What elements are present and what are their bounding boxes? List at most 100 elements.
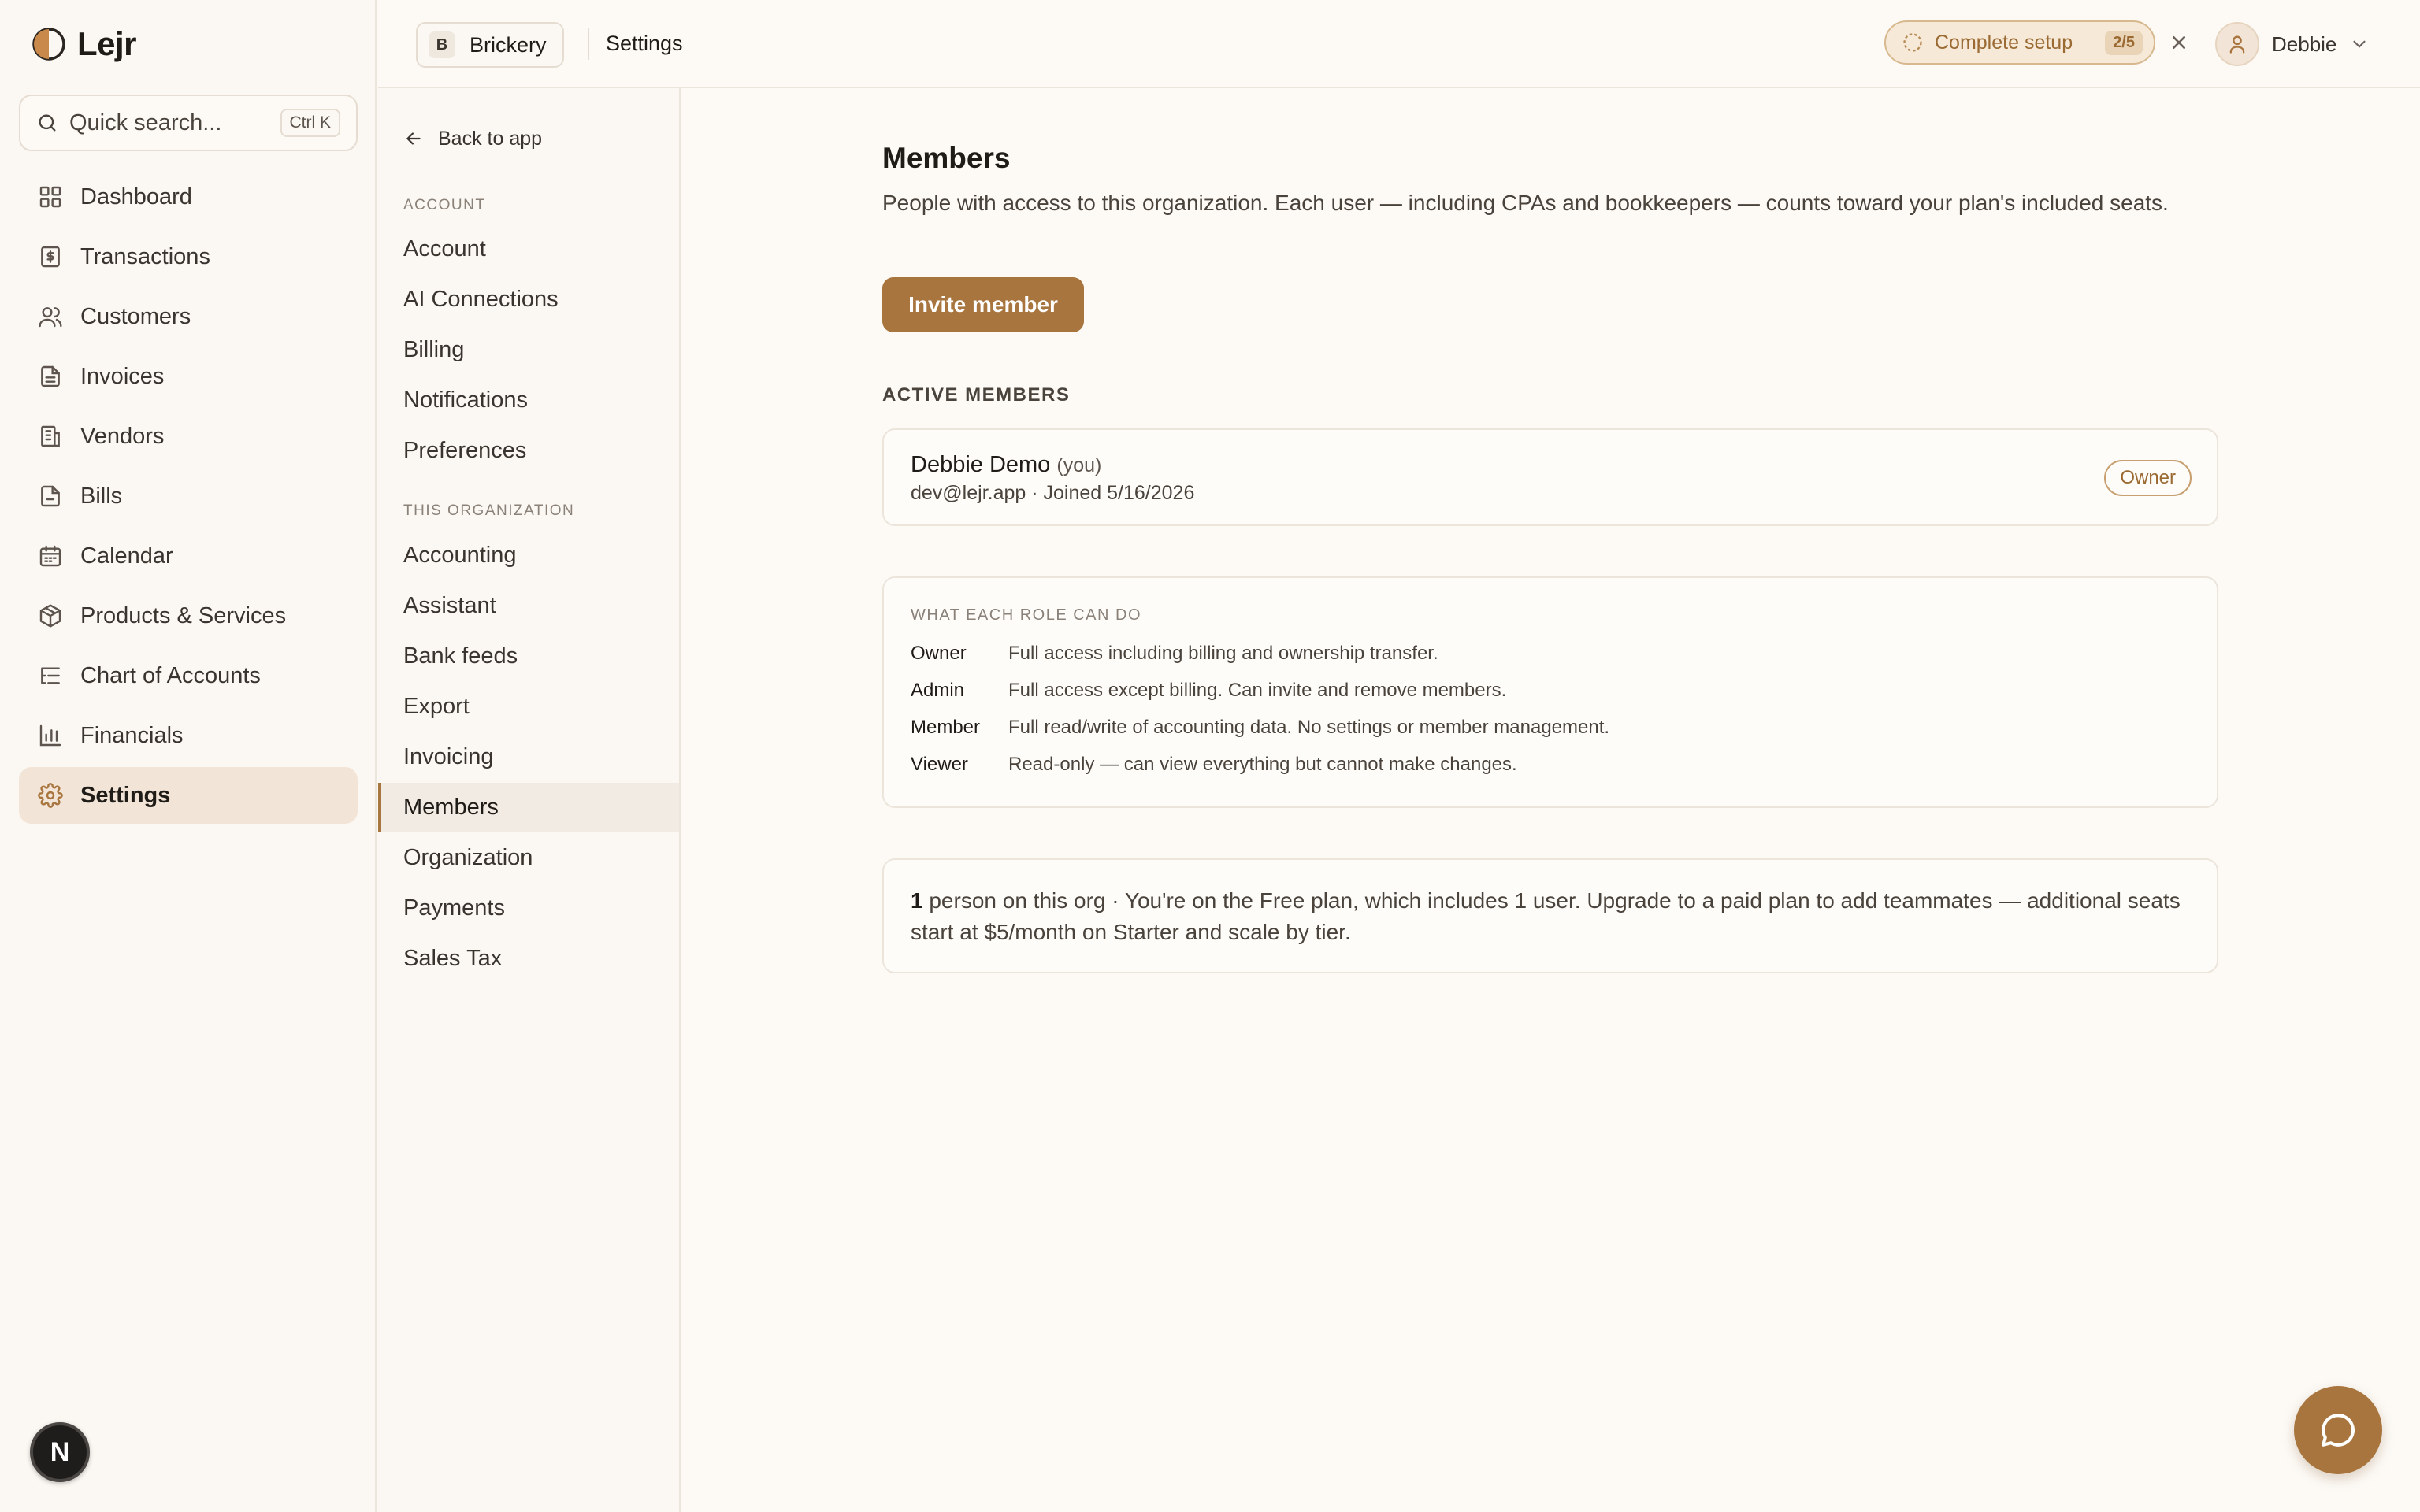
avatar xyxy=(2215,22,2259,66)
role-name: Owner xyxy=(911,643,967,664)
nav-item-dashboard[interactable]: Dashboard xyxy=(19,169,358,225)
nav-item-label: Vendors xyxy=(80,423,165,449)
chat-bubble-icon xyxy=(2318,1410,2358,1450)
role-row: Owner Full access including billing and … xyxy=(911,643,1438,665)
settings-item-ai-connections[interactable]: AI Connections xyxy=(378,275,679,324)
role-row: Admin Full access except billing. Can in… xyxy=(911,680,1506,702)
settings-item-payments[interactable]: Payments xyxy=(378,884,679,932)
back-to-app-link[interactable]: Back to app xyxy=(403,123,542,154)
settings-item-members[interactable]: Members xyxy=(378,783,679,832)
role-description: Full read/write of accounting data. No s… xyxy=(1008,717,1610,738)
roles-card: WHAT EACH ROLE CAN DO Owner Full access … xyxy=(882,576,2218,808)
page-description: People with access to this organization.… xyxy=(882,191,2169,215)
settings-nav: Back to app ACCOUNT Account AI Connectio… xyxy=(378,88,681,1512)
settings-item-export[interactable]: Export xyxy=(378,682,679,731)
org-switcher[interactable]: B Brickery xyxy=(416,22,564,68)
settings-item-preferences[interactable]: Preferences xyxy=(378,426,679,475)
settings-item-assistant[interactable]: Assistant xyxy=(378,581,679,630)
breadcrumb: Settings xyxy=(606,32,683,55)
org-initial: B xyxy=(429,32,455,58)
roles-heading: WHAT EACH ROLE CAN DO xyxy=(911,606,1142,624)
role-name: Member xyxy=(911,717,981,738)
chevron-down-icon xyxy=(2349,34,2370,54)
settings-item-billing[interactable]: Billing xyxy=(378,325,679,374)
nav-item-settings[interactable]: Settings xyxy=(19,767,358,824)
nav-item-label: Dashboard xyxy=(80,183,192,209)
section-label-account: ACCOUNT xyxy=(403,197,486,213)
role-description: Full access except billing. Can invite a… xyxy=(1008,680,1507,701)
settings-item-sales-tax[interactable]: Sales Tax xyxy=(378,934,679,983)
file-text-icon xyxy=(38,364,63,389)
nav-item-label: Settings xyxy=(80,782,171,808)
building-icon xyxy=(38,424,63,449)
list-tree-icon xyxy=(38,663,63,688)
setup-count: 2/5 xyxy=(2105,30,2143,55)
nav-item-label: Bills xyxy=(80,483,123,509)
settings-item-account[interactable]: Account xyxy=(378,224,679,273)
nav-item-bills[interactable]: Bills xyxy=(19,468,358,524)
nav-item-label: Transactions xyxy=(80,243,210,269)
nav-item-vendors[interactable]: Vendors xyxy=(19,408,358,465)
nav-item-chart-of-accounts[interactable]: Chart of Accounts xyxy=(19,647,358,704)
nav-item-label: Invoices xyxy=(80,363,165,389)
nav-item-products-services[interactable]: Products & Services xyxy=(19,587,358,644)
invite-member-button[interactable]: Invite member xyxy=(882,277,1084,332)
nav-item-label: Products & Services xyxy=(80,602,287,628)
plan-info-card: 1 person on this org · You're on the Fre… xyxy=(882,858,2218,973)
nav-item-customers[interactable]: Customers xyxy=(19,288,358,345)
brand[interactable]: Lejr xyxy=(32,25,137,63)
plan-description: person on this org · You're on the Free … xyxy=(911,888,2181,944)
users-icon xyxy=(38,304,63,329)
settings-item-invoicing[interactable]: Invoicing xyxy=(378,732,679,781)
nav-item-transactions[interactable]: Transactions xyxy=(19,228,358,285)
settings-item-accounting[interactable]: Accounting xyxy=(378,531,679,580)
nav-item-invoices[interactable]: Invoices xyxy=(19,348,358,405)
member-row: Debbie Demo (you) dev@lejr.app · Joined … xyxy=(882,428,2218,526)
nav-item-label: Chart of Accounts xyxy=(80,662,261,688)
brand-name: Lejr xyxy=(77,25,137,62)
nav-item-label: Customers xyxy=(80,303,191,329)
nav-item-financials[interactable]: Financials xyxy=(19,707,358,764)
member-count: 1 xyxy=(911,888,923,913)
complete-setup-button[interactable]: Complete setup 2/5 xyxy=(1884,20,2155,65)
search-placeholder: Quick search... xyxy=(69,109,222,135)
chat-button[interactable] xyxy=(2294,1386,2382,1474)
back-label: Back to app xyxy=(438,127,543,150)
role-row: Member Full read/write of accounting dat… xyxy=(911,717,1609,739)
close-icon[interactable] xyxy=(2166,30,2192,55)
logo-icon xyxy=(32,27,66,61)
settings-item-notifications[interactable]: Notifications xyxy=(378,376,679,424)
file-icon xyxy=(38,484,63,509)
member-name-line: Debbie Demo (you) xyxy=(911,452,1101,478)
calendar-icon xyxy=(38,543,63,569)
search-shortcut: Ctrl K xyxy=(280,109,340,137)
app-sidebar: Lejr Quick search... Ctrl K Dashboard Tr… xyxy=(0,0,377,1512)
role-name: Admin xyxy=(911,680,965,701)
package-icon xyxy=(38,603,63,628)
settings-item-bank-feeds[interactable]: Bank feeds xyxy=(378,632,679,680)
breadcrumb-divider xyxy=(588,28,589,60)
user-menu[interactable]: Debbie xyxy=(2215,20,2370,68)
page-title: Members xyxy=(882,142,1011,174)
member-name: Debbie Demo xyxy=(911,452,1051,477)
setup-label: Complete setup xyxy=(1935,31,2073,54)
topbar: B Brickery Settings Complete setup 2/5 D… xyxy=(378,0,2420,88)
role-row: Viewer Read-only — can view everything b… xyxy=(911,754,1517,776)
quick-search[interactable]: Quick search... Ctrl K xyxy=(19,94,358,151)
nav-item-label: Financials xyxy=(80,722,184,748)
dev-badge[interactable]: N xyxy=(30,1422,90,1482)
receipt-dollar-icon xyxy=(38,244,63,269)
grid-icon xyxy=(38,184,63,209)
bar-chart-icon xyxy=(38,723,63,748)
arrow-left-icon xyxy=(403,128,424,149)
role-description: Read-only — can view everything but cann… xyxy=(1008,754,1517,775)
progress-ring-icon xyxy=(1902,32,1924,54)
member-you-tag: (you) xyxy=(1056,454,1102,476)
main-nav: Dashboard Transactions Customers Invoice… xyxy=(19,169,358,827)
nav-item-calendar[interactable]: Calendar xyxy=(19,528,358,584)
role-badge: Owner xyxy=(2104,460,2192,496)
section-label-organization: THIS ORGANIZATION xyxy=(403,502,575,519)
settings-item-organization[interactable]: Organization xyxy=(378,833,679,882)
active-members-heading: ACTIVE MEMBERS xyxy=(882,384,1071,406)
nav-item-label: Calendar xyxy=(80,543,173,569)
